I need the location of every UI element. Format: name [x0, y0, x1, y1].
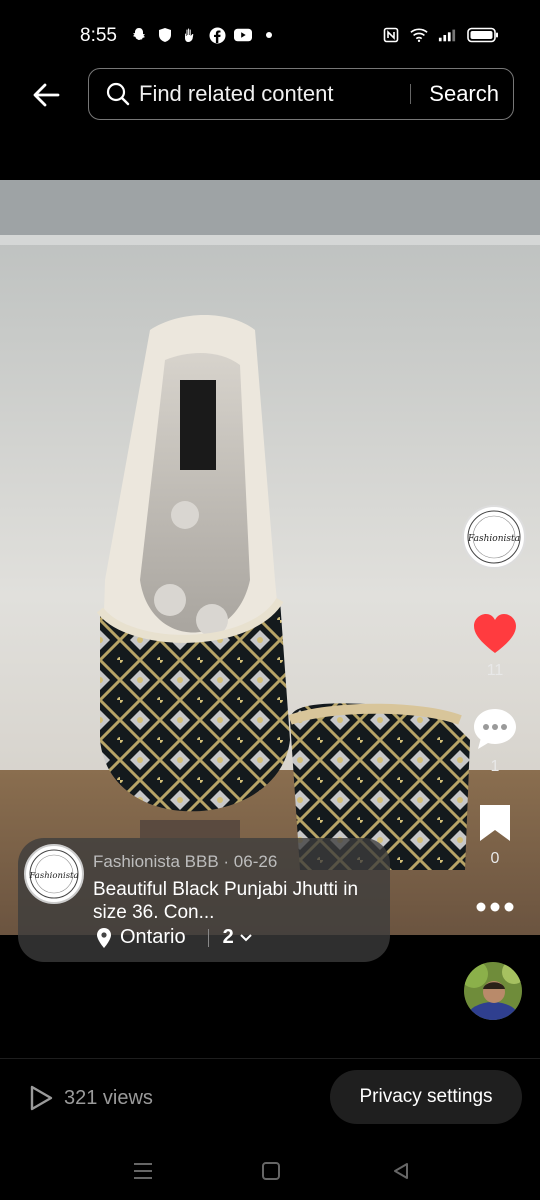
post-info-card[interactable]: Fashionista Fashionista BBB · 06-26 Beau… [18, 838, 390, 962]
meta-separator: · [218, 852, 234, 871]
dot-icon [260, 26, 278, 44]
search-input[interactable]: Find related content [139, 81, 410, 107]
system-icons [382, 26, 500, 44]
location-pin-icon [97, 927, 111, 948]
status-bar: 8:55 [0, 0, 540, 70]
card-author-avatar[interactable]: Fashionista [24, 844, 84, 904]
post-photo[interactable] [0, 180, 540, 935]
status-time: 8:55 [80, 25, 117, 46]
views-info: 321 views [28, 1084, 153, 1112]
views-count: 321 views [64, 1086, 153, 1109]
youtube-icon [234, 26, 252, 44]
search-button[interactable]: Search [411, 81, 513, 107]
avatar-logo-text: Fashionista [467, 534, 520, 544]
shield-icon [156, 26, 174, 44]
post-date: 06-26 [233, 852, 278, 871]
author-avatar[interactable]: Fashionista [462, 505, 526, 569]
chevron-down-icon[interactable] [238, 930, 254, 946]
bottom-divider [0, 1058, 540, 1059]
post-location-row: Ontario 2 [96, 926, 254, 949]
search-bar[interactable]: Find related content Search [88, 68, 514, 120]
bookmark-icon [480, 805, 510, 841]
like-count: 11 [486, 662, 504, 679]
system-nav-bar [0, 1140, 540, 1200]
privacy-settings-button[interactable]: Privacy settings [330, 1070, 522, 1124]
save-count: 0 [490, 850, 500, 867]
back-arrow-icon[interactable] [30, 78, 64, 112]
hand-icon [182, 26, 200, 44]
more-icon [476, 902, 514, 912]
back-nav-icon[interactable] [386, 1156, 416, 1186]
play-icon [30, 1085, 53, 1111]
user-avatar[interactable] [464, 962, 522, 1020]
snapchat-icon [130, 26, 148, 44]
home-icon[interactable] [256, 1156, 286, 1186]
location-label[interactable]: Ontario [120, 926, 186, 949]
save-button[interactable]: 0 [470, 803, 520, 868]
author-name[interactable]: Fashionista BBB [93, 852, 219, 871]
post-meta: Fashionista BBB · 06-26 [93, 852, 277, 872]
facebook-icon [208, 26, 226, 44]
post-caption[interactable]: Beautiful Black Punjabi Jhutti in size 3… [93, 878, 383, 924]
comment-icon [474, 709, 516, 749]
more-options-button[interactable] [470, 900, 520, 919]
comment-button[interactable]: 1 [470, 707, 520, 776]
notification-icons [130, 26, 278, 44]
card-avatar-logo-text: Fashionista [28, 871, 78, 881]
location-divider [207, 928, 209, 947]
signal-icon [438, 26, 456, 44]
nfc-icon [382, 26, 400, 44]
battery-icon [466, 26, 500, 44]
heart-icon [474, 614, 516, 653]
like-button[interactable]: 11 [470, 613, 520, 680]
wifi-icon [410, 26, 428, 44]
search-icon [105, 81, 131, 107]
recents-icon[interactable] [128, 1156, 158, 1186]
photo-count[interactable]: 2 [223, 926, 234, 949]
comment-count: 1 [490, 758, 500, 775]
